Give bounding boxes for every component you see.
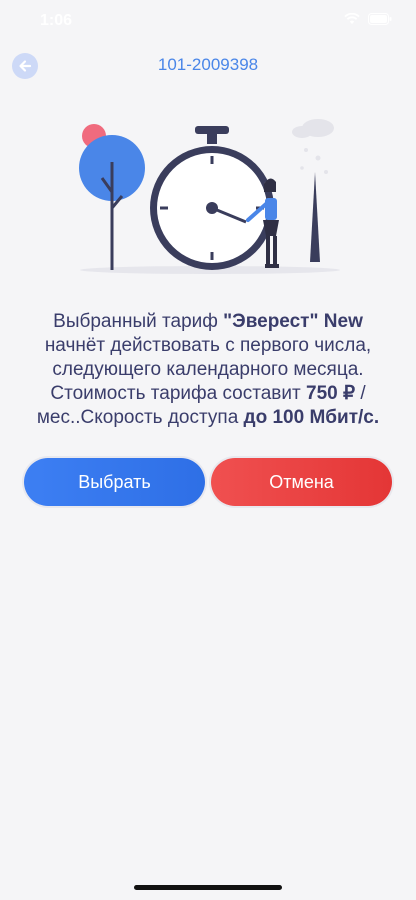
header: 101-2009398 [0,44,416,88]
message-prefix: Выбранный тариф [53,311,224,332]
wifi-icon [344,13,360,24]
status-icons [344,13,392,25]
message-price-prefix: Стоимость тарифа составит [50,383,306,404]
tariff-name: "Эверест" New [223,311,363,332]
home-indicator[interactable] [134,885,282,890]
tariff-message: Выбранный тариф "Эверест" New начнёт дей… [22,310,394,430]
select-button[interactable]: Выбрать [24,458,205,506]
stopwatch-illustration [79,119,340,274]
tariff-speed: до 100 Мбит/с. [243,407,380,428]
battery-icon [368,13,392,25]
tariff-price: 750 ₽ [306,383,356,404]
status-bar: 1:06 [0,0,416,44]
cancel-button[interactable]: Отмена [211,458,392,506]
message-activation: начнёт действовать с первого числа, след… [44,335,372,380]
page-title: 101-2009398 [157,55,259,74]
status-time: 1:06 [40,12,73,29]
